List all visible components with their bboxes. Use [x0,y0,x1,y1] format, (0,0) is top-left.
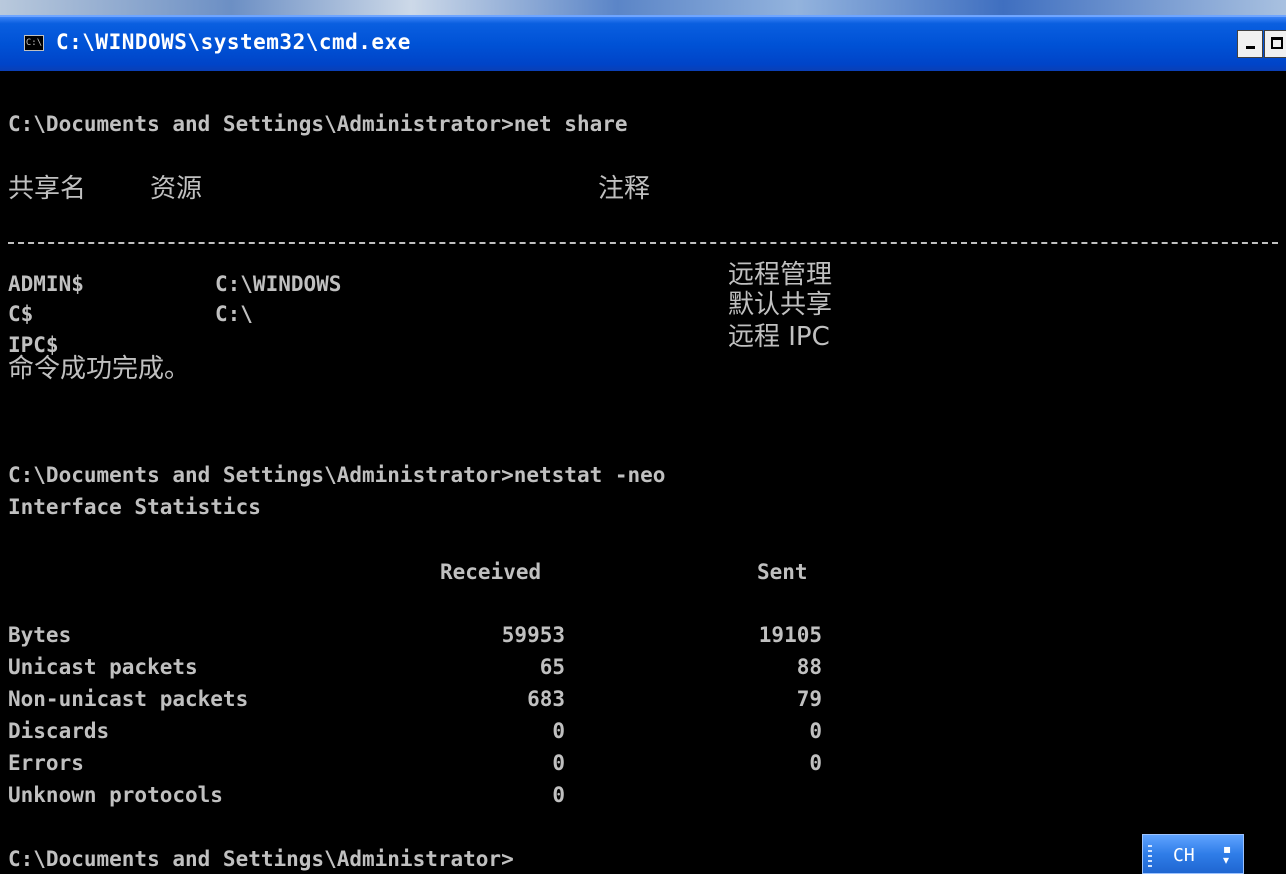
input-language-label[interactable]: CH [1173,845,1195,866]
share-resource: C:\ [215,302,253,326]
language-bar[interactable]: CH ▪ ▾ [1142,834,1244,874]
screen: C:\ C:\WINDOWS\system32\cmd.exe C:\Docum… [0,0,1286,874]
stats-header-sent: Sent [757,560,808,584]
minimize-button[interactable] [1237,30,1263,58]
share-name: ADMIN$ [8,272,84,296]
stats-sent: 19105 [758,623,822,647]
stats-received: 59953 [501,623,565,647]
stats-label: Errors [8,751,84,775]
stats-sent: 79 [796,687,822,711]
console-icon[interactable]: C:\ [24,35,44,51]
window-title: C:\WINDOWS\system32\cmd.exe [56,30,411,54]
stats-label: Bytes [8,623,72,647]
console-output[interactable]: C:\Documents and Settings\Administrator>… [0,71,1286,874]
stats-received: 683 [527,687,565,711]
separator-line [8,242,1278,244]
stats-received: 0 [552,751,565,775]
stats-received: 0 [552,783,565,807]
title-bar[interactable]: C:\ C:\WINDOWS\system32\cmd.exe [0,15,1286,71]
cmd-window: C:\ C:\WINDOWS\system32\cmd.exe C:\Docum… [0,15,1286,874]
desktop-background [0,0,1286,15]
drag-handle-icon[interactable] [1148,845,1152,867]
options-arrow-icon[interactable]: ▪ ▾ [1223,843,1231,866]
stats-sent: 0 [809,751,822,775]
stats-label: Unknown protocols [8,783,223,807]
share-header-name: 共享名 [8,174,87,204]
stats-received: 0 [552,719,565,743]
stats-title: Interface Statistics [8,495,261,519]
stats-label: Non-unicast packets [8,687,249,711]
stats-label: Discards [8,719,110,743]
command-line: C:\Documents and Settings\Administrator>… [8,463,666,487]
success-message: 命令成功完成。 [8,354,191,384]
stats-label: Unicast packets [8,655,198,679]
stats-header-received: Received [440,560,542,584]
stats-received: 65 [539,655,565,679]
share-remark: 默认共享 [728,290,833,320]
share-name: C$ [8,302,34,326]
share-remark: 远程 IPC [728,322,830,352]
command-line: C:\Documents and Settings\Administrator>… [8,112,628,136]
share-resource: C:\WINDOWS [215,272,342,296]
command-prompt[interactable]: C:\Documents and Settings\Administrator> [8,845,514,873]
share-header-remark: 注释 [598,174,651,204]
stats-sent: 88 [796,655,822,679]
maximize-button[interactable] [1264,30,1286,58]
share-remark: 远程管理 [728,260,833,290]
stats-sent: 0 [809,719,822,743]
share-header-resource: 资源 [150,174,203,204]
